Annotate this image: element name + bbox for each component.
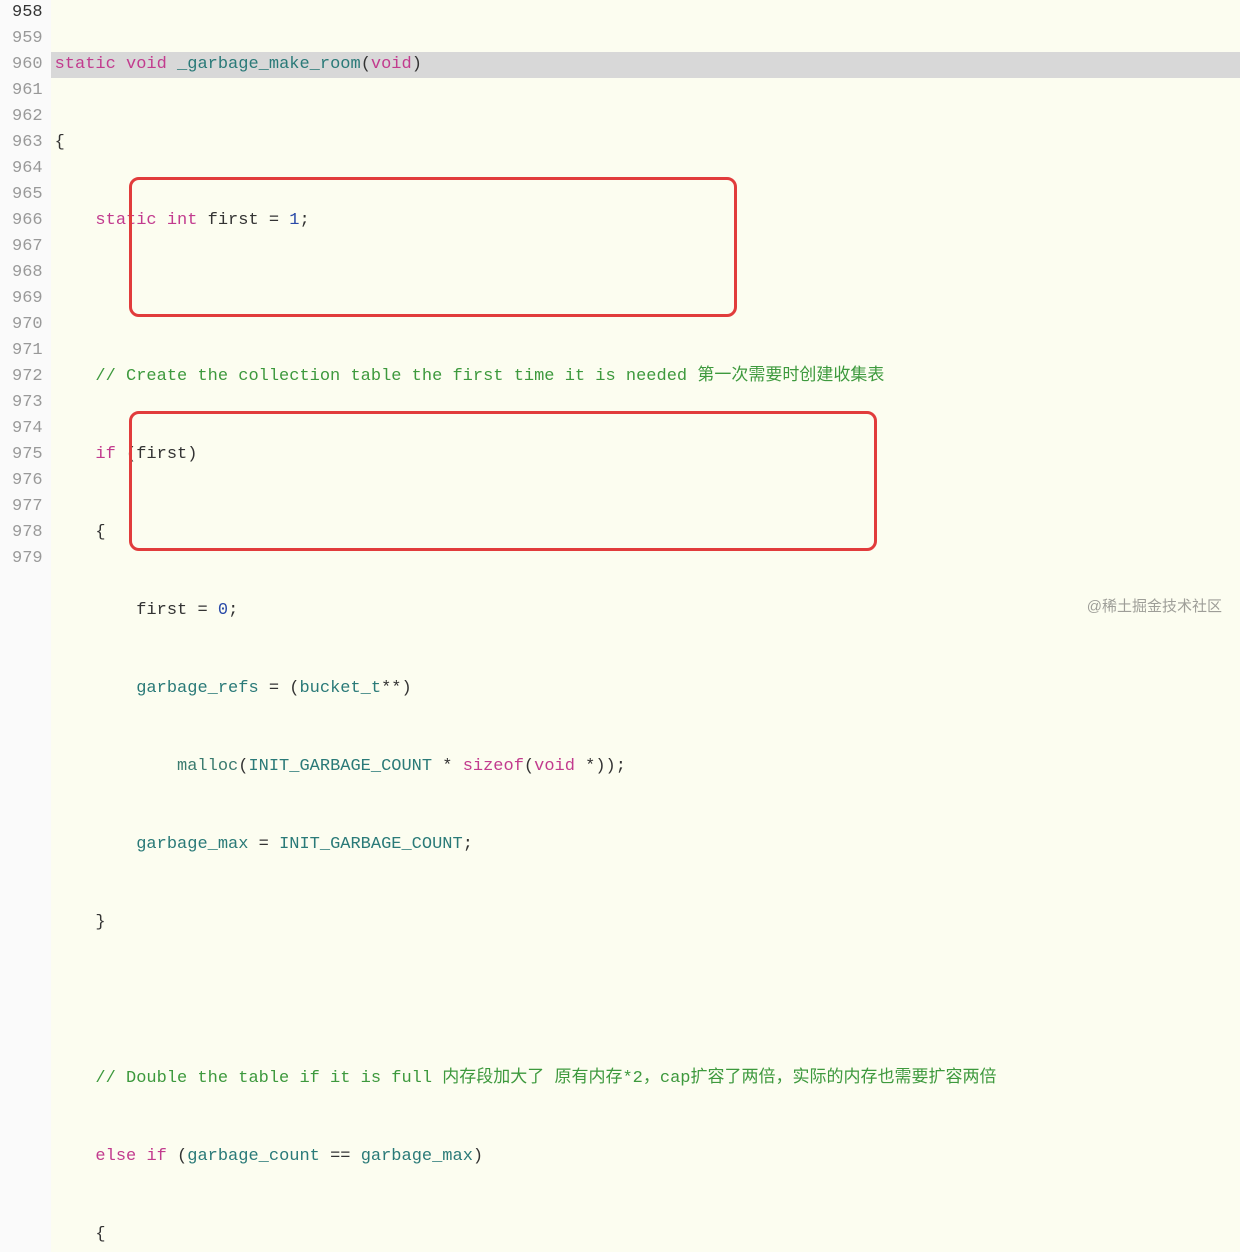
- line-number: 961: [12, 78, 43, 104]
- code-content[interactable]: static void _garbage_make_room(void) { s…: [51, 0, 1240, 1252]
- line-number: 968: [12, 260, 43, 286]
- code-line: malloc(INIT_GARBAGE_COUNT * sizeof(void …: [51, 754, 1240, 780]
- line-number: 966: [12, 208, 43, 234]
- code-line: {: [51, 520, 1240, 546]
- line-number: 962: [12, 104, 43, 130]
- code-line: static int first = 1;: [51, 208, 1240, 234]
- line-number: 979: [12, 546, 43, 572]
- code-line: [51, 988, 1240, 1014]
- code-line: {: [51, 130, 1240, 156]
- code-line: garbage_refs = (bucket_t**): [51, 676, 1240, 702]
- line-number: 972: [12, 364, 43, 390]
- line-number: 975: [12, 442, 43, 468]
- watermark: @稀土掘金技术社区: [1087, 595, 1222, 616]
- line-number: 959: [12, 26, 43, 52]
- line-number: 964: [12, 156, 43, 182]
- code-line: }: [51, 910, 1240, 936]
- code-line: if (first): [51, 442, 1240, 468]
- line-number: 976: [12, 468, 43, 494]
- line-number: 977: [12, 494, 43, 520]
- line-number: 973: [12, 390, 43, 416]
- line-number: 963: [12, 130, 43, 156]
- line-number: 970: [12, 312, 43, 338]
- code-line: static void _garbage_make_room(void): [51, 52, 1240, 78]
- code-line: else if (garbage_count == garbage_max): [51, 1144, 1240, 1170]
- line-number: 958: [12, 0, 43, 26]
- code-line: first = 0;: [51, 598, 1240, 624]
- line-number: 967: [12, 234, 43, 260]
- code-line: {: [51, 1222, 1240, 1248]
- line-number: 971: [12, 338, 43, 364]
- line-number: 974: [12, 416, 43, 442]
- line-number: 960: [12, 52, 43, 78]
- code-line: [51, 286, 1240, 312]
- line-number: 969: [12, 286, 43, 312]
- line-number: 965: [12, 182, 43, 208]
- code-editor: 958 959 960 961 962 963 964 965 966 967 …: [0, 0, 1240, 1252]
- code-line: // Double the table if it is full 内存段加大了…: [51, 1066, 1240, 1092]
- line-number-gutter: 958 959 960 961 962 963 964 965 966 967 …: [0, 0, 51, 1252]
- code-line: // Create the collection table the first…: [51, 364, 1240, 390]
- line-number: 978: [12, 520, 43, 546]
- code-line: garbage_max = INIT_GARBAGE_COUNT;: [51, 832, 1240, 858]
